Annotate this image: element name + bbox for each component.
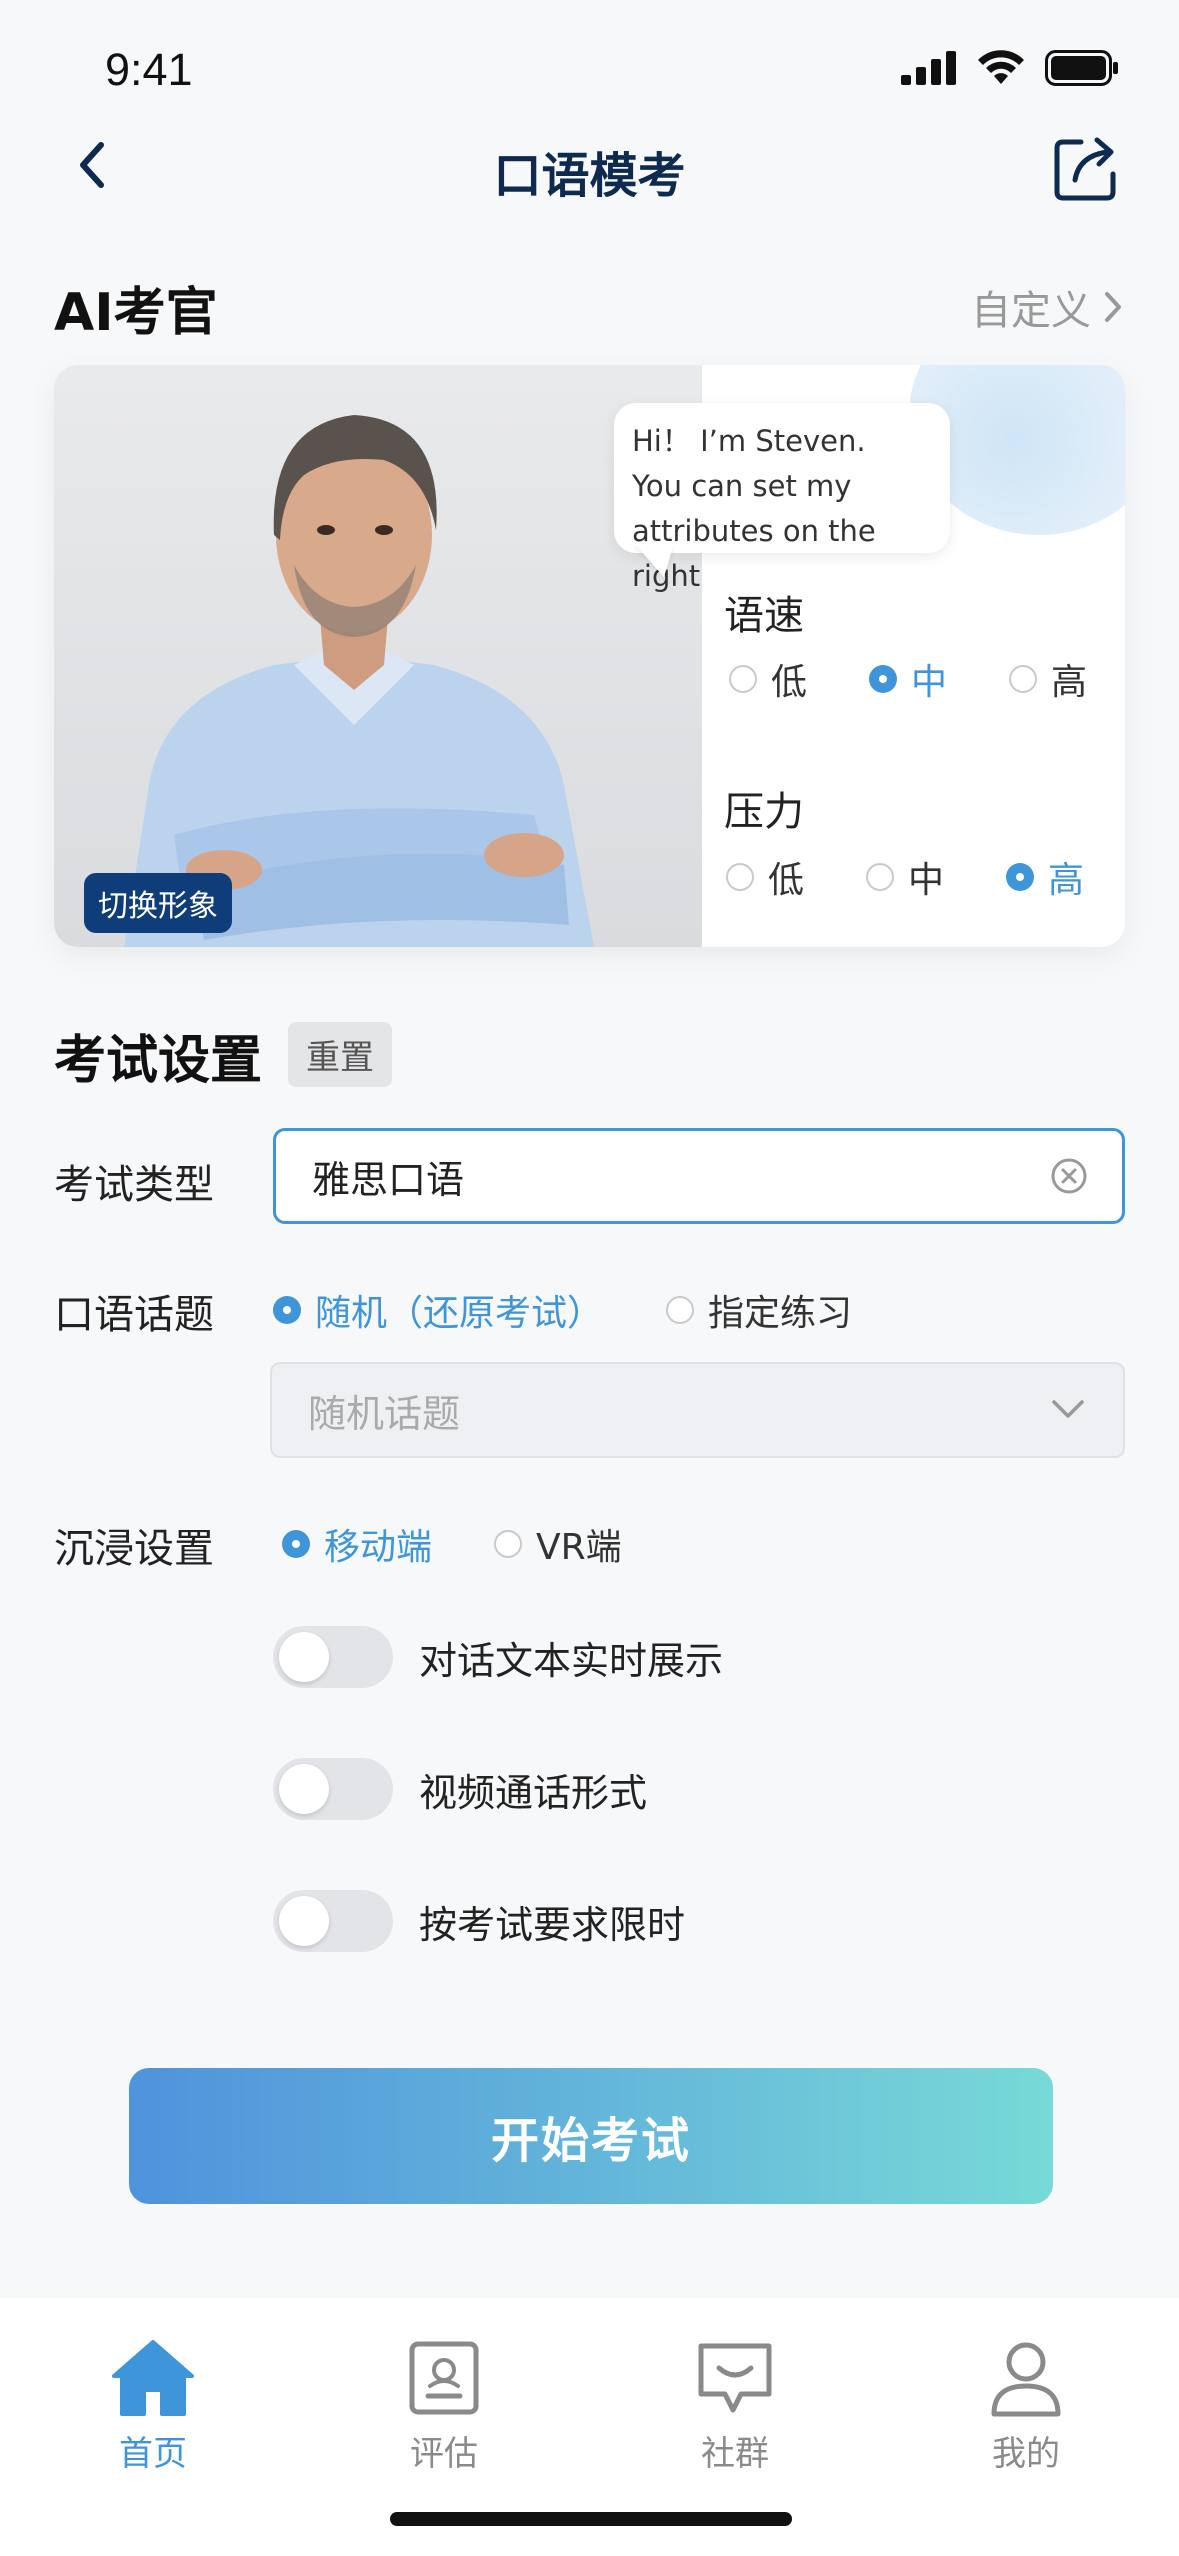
battery-icon bbox=[1045, 50, 1118, 86]
pressure-option-low-label: 低 bbox=[768, 860, 805, 901]
status-icons bbox=[901, 50, 1119, 86]
assessment-icon bbox=[409, 2341, 479, 2415]
time-limit-label: 按考试要求限时 bbox=[419, 1902, 686, 1947]
share-icon bbox=[1054, 137, 1116, 201]
tab-assessment[interactable]: 评估 bbox=[374, 2338, 514, 2475]
bubble-line-1: Hi！ I’m Steven. bbox=[632, 424, 866, 458]
radio-icon bbox=[726, 863, 754, 891]
exam-type-label: 考试类型 bbox=[54, 1162, 214, 1208]
tab-assessment-label: 评估 bbox=[410, 2434, 478, 2474]
tab-home[interactable]: 首页 bbox=[83, 2338, 223, 2475]
topic-select-placeholder: 随机话题 bbox=[308, 1391, 461, 1436]
speed-label: 语速 bbox=[724, 593, 804, 639]
topic-option-specified-label: 指定练习 bbox=[708, 1293, 853, 1334]
bubble-line-2: You can set my bbox=[632, 469, 852, 503]
radio-selected-icon bbox=[1006, 863, 1034, 891]
tab-home-label: 首页 bbox=[119, 2434, 187, 2474]
reset-button[interactable]: 重置 bbox=[288, 1022, 392, 1087]
toggle-row-time-limit: 按考试要求限时 bbox=[273, 1890, 685, 1952]
speed-option-low[interactable]: 低 bbox=[729, 653, 807, 705]
speed-option-low-label: 低 bbox=[771, 662, 808, 703]
examiner-avatar-photo: 切换形象 bbox=[54, 365, 702, 947]
pressure-option-mid-label: 中 bbox=[908, 860, 945, 901]
time-limit-toggle[interactable] bbox=[273, 1890, 393, 1952]
immersion-label: 沉浸设置 bbox=[54, 1526, 214, 1572]
chevron-down-icon bbox=[1052, 1400, 1084, 1418]
speed-option-mid-label: 中 bbox=[911, 662, 948, 703]
topic-option-random[interactable]: 随机（还原考试） bbox=[273, 1284, 603, 1336]
radio-selected-icon bbox=[282, 1530, 310, 1558]
clear-icon[interactable] bbox=[1050, 1157, 1088, 1195]
home-indicator bbox=[390, 2512, 792, 2526]
radio-icon bbox=[1009, 665, 1037, 693]
tab-profile[interactable]: 我的 bbox=[956, 2338, 1096, 2475]
ai-examiner-title: AI考官 bbox=[54, 283, 218, 343]
home-icon bbox=[112, 2340, 194, 2416]
pressure-option-high[interactable]: 高 bbox=[1006, 851, 1084, 903]
speech-bubble-tail bbox=[634, 543, 674, 577]
topic-select[interactable]: 随机话题 bbox=[270, 1362, 1125, 1458]
status-time: 9:41 bbox=[105, 44, 193, 95]
chevron-right-icon bbox=[1105, 292, 1121, 322]
radio-icon bbox=[729, 665, 757, 693]
start-exam-button[interactable]: 开始考试 bbox=[129, 2068, 1053, 2204]
topic-option-random-label: 随机（还原考试） bbox=[315, 1293, 604, 1334]
pressure-option-high-label: 高 bbox=[1048, 860, 1085, 901]
speech-bubble: Hi！ I’m Steven. You can set my attribute… bbox=[614, 403, 950, 593]
topic-option-specified[interactable]: 指定练习 bbox=[666, 1284, 852, 1336]
pressure-label: 压力 bbox=[724, 789, 804, 835]
profile-icon bbox=[991, 2342, 1061, 2417]
immersion-option-mobile[interactable]: 移动端 bbox=[282, 1518, 432, 1570]
exam-settings-title: 考试设置 bbox=[54, 1031, 263, 1091]
speed-option-mid[interactable]: 中 bbox=[869, 653, 947, 705]
radio-selected-icon bbox=[273, 1296, 301, 1324]
speed-option-high-label: 高 bbox=[1051, 662, 1088, 703]
exam-type-input[interactable]: 雅思口语 bbox=[273, 1128, 1125, 1224]
radio-selected-icon bbox=[869, 665, 897, 693]
pressure-option-mid[interactable]: 中 bbox=[866, 851, 944, 903]
immersion-option-vr-label: VR端 bbox=[536, 1527, 622, 1568]
wifi-icon bbox=[978, 50, 1024, 84]
customize-label: 自定义 bbox=[971, 288, 1091, 334]
live-transcript-toggle[interactable] bbox=[273, 1626, 393, 1688]
chat-icon bbox=[698, 2343, 772, 2413]
ai-examiner-card: 切换形象 Hi！ I’m Steven. You can set my attr… bbox=[54, 365, 1125, 947]
video-call-toggle[interactable] bbox=[273, 1758, 393, 1820]
speed-option-high[interactable]: 高 bbox=[1009, 653, 1087, 705]
topic-label: 口语话题 bbox=[54, 1292, 214, 1338]
exam-type-value: 雅思口语 bbox=[312, 1157, 465, 1202]
pressure-option-low[interactable]: 低 bbox=[726, 851, 804, 903]
radio-icon bbox=[666, 1296, 694, 1324]
switch-avatar-button[interactable]: 切换形象 bbox=[84, 873, 232, 933]
tab-community-label: 社群 bbox=[701, 2434, 769, 2474]
tab-profile-label: 我的 bbox=[992, 2434, 1060, 2474]
video-call-label: 视频通话形式 bbox=[419, 1770, 648, 1815]
tab-community[interactable]: 社群 bbox=[665, 2338, 805, 2475]
radio-icon bbox=[494, 1530, 522, 1558]
signal-icon bbox=[901, 51, 956, 85]
share-button[interactable] bbox=[1049, 132, 1121, 204]
immersion-option-vr[interactable]: VR端 bbox=[494, 1518, 622, 1570]
toggle-row-video-call: 视频通话形式 bbox=[273, 1758, 647, 1820]
immersion-option-mobile-label: 移动端 bbox=[324, 1527, 433, 1568]
customize-link[interactable]: 自定义 bbox=[971, 278, 1123, 336]
examiner-figure bbox=[124, 415, 594, 947]
page-title: 口语模考 bbox=[493, 148, 686, 204]
toggle-row-live-transcript: 对话文本实时展示 bbox=[273, 1626, 723, 1688]
radio-icon bbox=[866, 863, 894, 891]
live-transcript-label: 对话文本实时展示 bbox=[419, 1638, 724, 1683]
